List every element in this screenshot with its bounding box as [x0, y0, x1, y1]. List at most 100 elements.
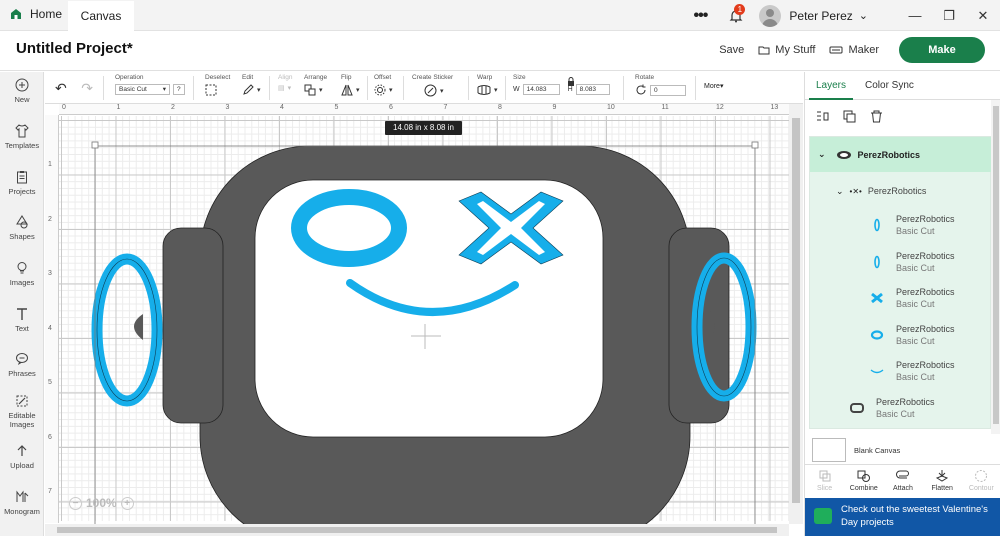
undo-icon[interactable]: ↶: [55, 80, 67, 96]
width-input[interactable]: 14.083: [522, 84, 560, 95]
layer-item[interactable]: PerezRobotics Basic Cut: [870, 323, 955, 347]
sidebar-item-images[interactable]: Images: [0, 261, 44, 287]
flip-button[interactable]: Flip ▾: [341, 74, 360, 96]
horizontal-scrollbar[interactable]: [45, 524, 789, 536]
sidebar-item-new[interactable]: New: [0, 78, 44, 104]
my-stuff-button[interactable]: My Stuff: [758, 44, 815, 56]
sidebar-item-templates[interactable]: Templates: [0, 124, 44, 150]
resize-handle[interactable]: [91, 141, 99, 149]
maker-button[interactable]: Maker: [829, 44, 879, 56]
create-sticker-button[interactable]: Create Sticker ▾: [412, 74, 453, 97]
more-button[interactable]: More▾: [704, 82, 723, 90]
sidebar-item-editable-images[interactable]: Editable Images: [0, 394, 44, 429]
canvas-tab[interactable]: Canvas: [68, 1, 134, 31]
chevron-down-icon[interactable]: ⌄: [818, 149, 826, 160]
restore-icon[interactable]: ❐: [932, 8, 966, 24]
layer-operation: Basic Cut: [896, 299, 935, 309]
left-ear-ring[interactable]: [91, 253, 163, 407]
plus-circle-icon: [15, 78, 29, 92]
avatar[interactable]: [759, 4, 782, 27]
zoom-in-icon[interactable]: +: [120, 496, 134, 510]
size-label: Size: [513, 74, 526, 81]
layer-group[interactable]: ⌄ PerezRobotics: [810, 137, 992, 172]
sidebar-item-shapes[interactable]: Shapes: [0, 215, 44, 241]
minimize-icon[interactable]: —: [898, 8, 932, 23]
combine-button[interactable]: Combine: [847, 469, 881, 496]
zoom-out-icon[interactable]: −: [69, 496, 82, 510]
promo-banner[interactable]: Check out the sweetest Valentine's Day p…: [805, 498, 1000, 536]
sidebar-item-projects[interactable]: Projects: [0, 170, 44, 196]
redo-icon[interactable]: ↷: [81, 80, 93, 96]
trash-icon[interactable]: [869, 109, 884, 124]
contour-button[interactable]: Contour: [964, 469, 998, 496]
rotate-input[interactable]: 0: [650, 84, 686, 96]
layer-subgroup[interactable]: ⌄ •✕• PerezRobotics: [836, 185, 926, 197]
save-button[interactable]: Save: [719, 44, 744, 56]
layer-item[interactable]: PerezRobotics Basic Cut: [870, 250, 955, 274]
deselect-button[interactable]: Deselect: [205, 74, 230, 96]
upload-arrow-icon: [17, 445, 27, 456]
sidebar-item-text[interactable]: Text: [0, 307, 44, 333]
flatten-button[interactable]: Flatten: [925, 469, 959, 496]
attach-button[interactable]: Attach: [886, 469, 920, 496]
more-options-icon[interactable]: •••: [685, 7, 715, 25]
operation-label: Operation: [115, 74, 144, 81]
align-icon: ▤: [278, 85, 285, 92]
user-name[interactable]: Peter Perez: [789, 9, 852, 23]
zoom-level: 100%: [86, 496, 117, 510]
edit-button[interactable]: Edit ▾: [242, 74, 261, 96]
operation-select[interactable]: Basic Cut ▾: [115, 84, 170, 95]
scroll-thumb[interactable]: [993, 106, 999, 424]
tab-color-sync[interactable]: Color Sync: [865, 80, 914, 91]
blank-canvas-row[interactable]: Blank Canvas: [812, 438, 900, 462]
machine-icon: [829, 46, 843, 54]
lock-ratio-icon[interactable]: [567, 73, 575, 91]
cricut-home-icon: [11, 9, 21, 19]
duplicate-icon[interactable]: [842, 109, 857, 124]
layer-name: PerezRobotics: [876, 397, 935, 407]
canvas-color-swatch[interactable]: [812, 438, 846, 462]
scroll-thumb[interactable]: [57, 527, 777, 533]
sidebar-item-label: Upload: [10, 461, 34, 470]
layer-name: PerezRobotics: [896, 324, 955, 334]
layer-actions: Slice Combine Attach Flatten Contour: [805, 464, 1000, 496]
layer-item[interactable]: PerezRobotics Basic Cut: [870, 359, 955, 383]
contour-label: Contour: [968, 485, 994, 492]
make-button[interactable]: Make: [899, 37, 985, 63]
close-icon[interactable]: ✕: [966, 8, 1000, 24]
layer-item[interactable]: PerezRobotics Basic Cut: [850, 396, 935, 420]
offset-button[interactable]: Offset ▾: [374, 74, 393, 96]
robot-design[interactable]: [45, 104, 789, 524]
tab-layers[interactable]: Layers: [816, 80, 846, 91]
slice-button[interactable]: Slice: [808, 469, 842, 496]
sidebar-item-upload[interactable]: Upload: [0, 444, 44, 470]
layer-item[interactable]: PerezRobotics Basic Cut: [870, 286, 955, 310]
arrange-icon: [304, 84, 316, 96]
chevron-down-icon: ▾: [356, 87, 360, 94]
arrange-button[interactable]: Arrange ▾: [304, 74, 327, 96]
layer-name: PerezRobotics: [896, 214, 955, 224]
warp-button[interactable]: Warp ▾: [477, 74, 498, 96]
sidebar-item-phrases[interactable]: Phrases: [0, 352, 44, 378]
project-title[interactable]: Untitled Project*: [16, 40, 133, 57]
design-canvas[interactable]: 0123456789101112131415 1234567: [45, 104, 803, 536]
home-tab[interactable]: Home: [10, 7, 62, 21]
scroll-thumb[interactable]: [792, 118, 800, 503]
paperclip-icon: [895, 470, 909, 479]
height-input[interactable]: 8.083: [575, 84, 610, 95]
group-layers-icon[interactable]: [815, 109, 830, 124]
chevron-down-icon[interactable]: ⌄: [859, 9, 868, 22]
resize-handle[interactable]: [751, 141, 759, 149]
chevron-down-icon[interactable]: ⌄: [836, 186, 844, 197]
notifications-button[interactable]: 1: [721, 0, 751, 31]
help-button[interactable]: ?: [173, 84, 185, 95]
vertical-scrollbar[interactable]: [789, 104, 803, 524]
o-ring-icon: [870, 330, 884, 340]
ellipse-outline-icon: [874, 218, 880, 232]
sidebar-item-monogram[interactable]: Monogram: [0, 490, 44, 516]
shirt-icon: [15, 124, 29, 138]
layer-item[interactable]: PerezRobotics Basic Cut: [870, 213, 955, 237]
align-button[interactable]: Align ▤ ▾: [278, 74, 292, 92]
layers-scrollbar[interactable]: [991, 100, 1000, 434]
robot-head-shape[interactable]: [134, 145, 730, 524]
